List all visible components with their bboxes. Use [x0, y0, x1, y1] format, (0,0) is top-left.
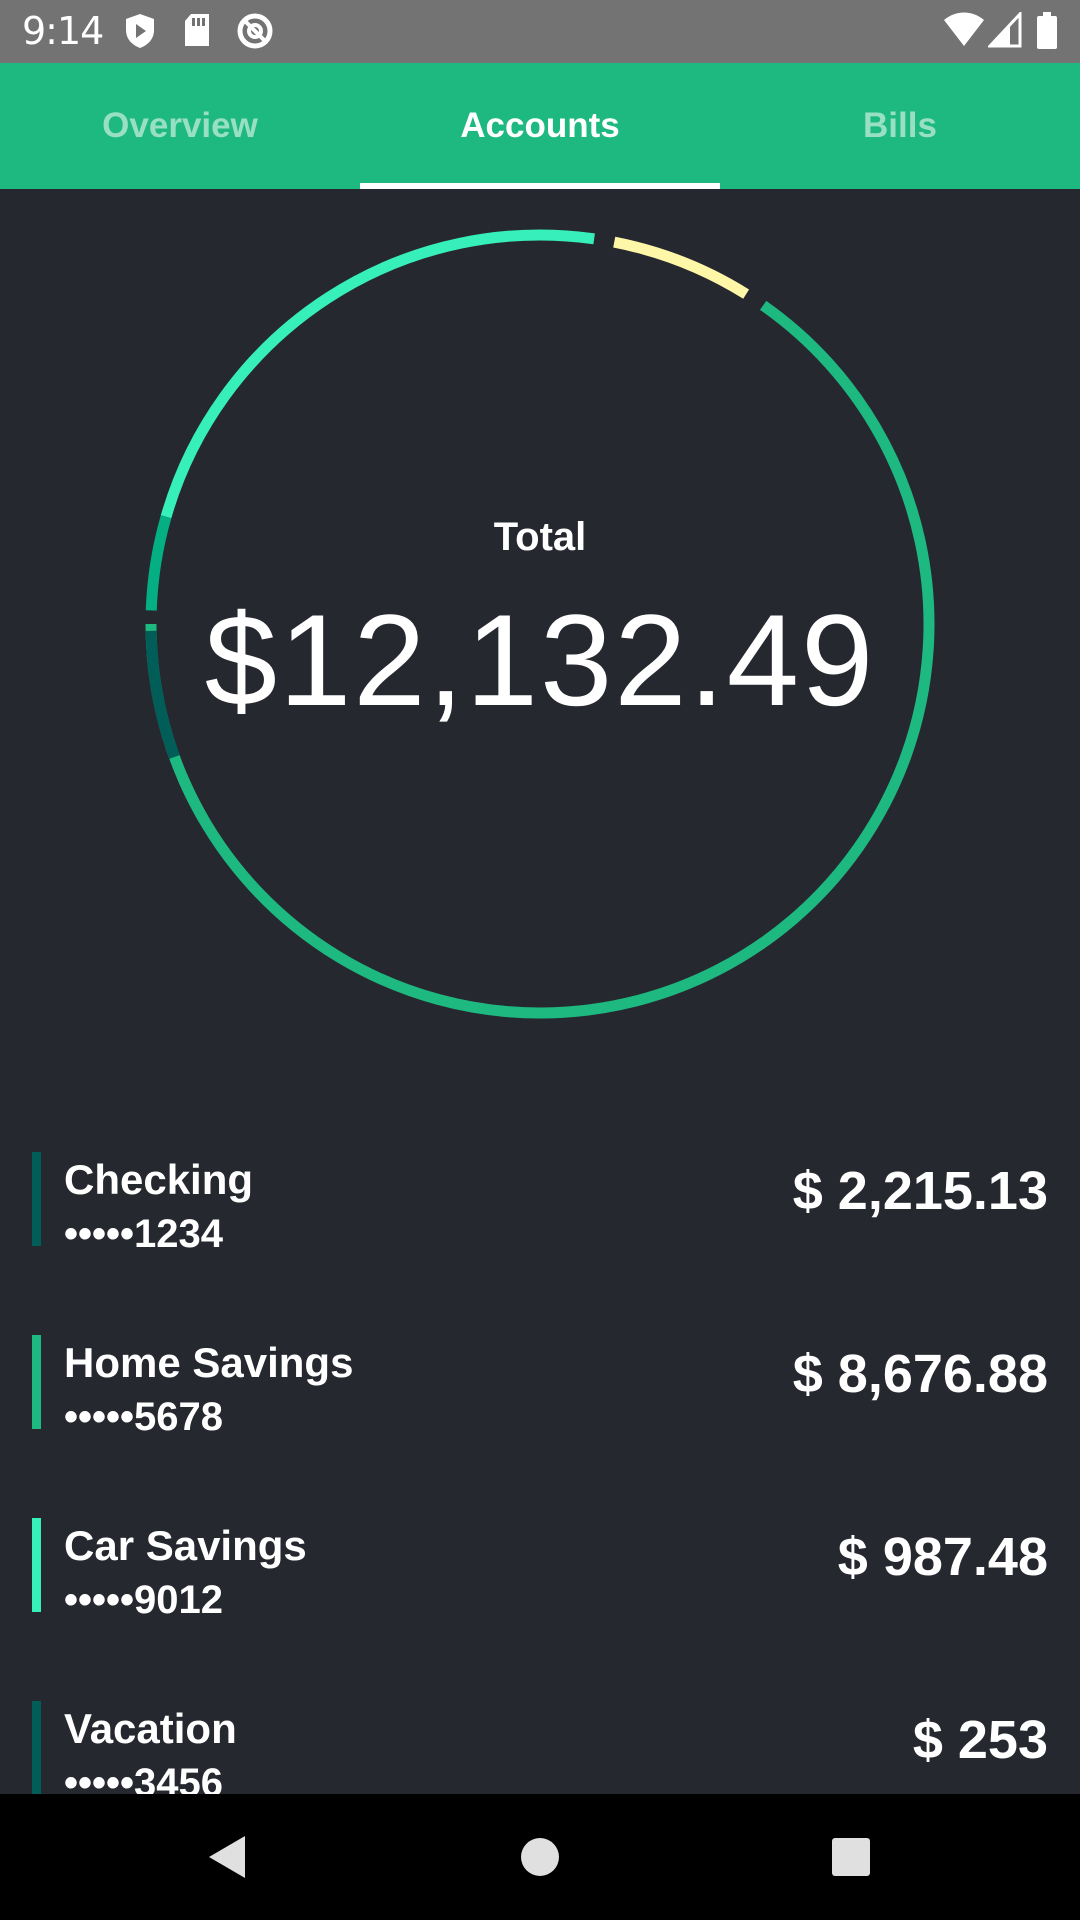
navigation-bar [0, 1794, 1080, 1920]
sd-card-icon [185, 14, 209, 46]
wifi-icon [944, 12, 984, 46]
tab-bills[interactable]: Bills [720, 63, 1080, 189]
no-tracking-icon [237, 13, 273, 49]
account-color-bar [32, 1701, 41, 1794]
account-number: •••••9012 [64, 1578, 224, 1622]
account-number: •••••3456 [64, 1761, 224, 1794]
account-name: Car Savings [64, 1522, 307, 1569]
account-name: Vacation [64, 1705, 237, 1752]
account-row-home-savings[interactable]: Home Savings •••••5678 $ 8,676.88 [0, 1323, 1080, 1453]
account-number: •••••1234 [64, 1212, 224, 1256]
donut-segment [160, 229, 595, 519]
signal-icon [988, 12, 1022, 48]
account-color-bar [32, 1152, 41, 1246]
status-time: 9:14 [22, 9, 104, 53]
recents-icon[interactable] [826, 1832, 876, 1882]
home-icon[interactable] [515, 1832, 565, 1882]
account-name: Home Savings [64, 1339, 354, 1386]
tab-accounts[interactable]: Accounts [360, 63, 720, 189]
status-bar: 9:14 [0, 0, 1080, 63]
back-icon[interactable] [203, 1832, 253, 1882]
account-row-car-savings[interactable]: Car Savings •••••9012 $ 987.48 [0, 1506, 1080, 1636]
account-row-vacation[interactable]: Vacation •••••3456 $ 253 [0, 1689, 1080, 1794]
account-amount: $ 2,215.13 [792, 1161, 1048, 1221]
account-row-checking[interactable]: Checking •••••1234 $ 2,215.13 [0, 1140, 1080, 1270]
donut-segment [176, 773, 208, 822]
tab-overview[interactable]: Overview [0, 63, 360, 189]
battery-icon [1037, 12, 1057, 49]
account-amount: $ 987.48 [837, 1527, 1048, 1587]
total-label: Total [493, 515, 587, 559]
account-list: Checking •••••1234 $ 2,215.13 Home Savin… [0, 1140, 1080, 1794]
account-color-bar [32, 1335, 41, 1429]
play-protect-icon [126, 14, 154, 48]
account-color-bar [32, 1518, 41, 1612]
account-name: Checking [64, 1156, 254, 1203]
total-amount: $12,132.49 [204, 587, 876, 733]
tab-bar: Overview Accounts Bills [0, 63, 1080, 189]
donut-segment [613, 236, 750, 299]
account-amount: $ 8,676.88 [792, 1344, 1048, 1404]
account-number: •••••5678 [64, 1395, 224, 1439]
account-amount: $ 253 [912, 1710, 1048, 1770]
